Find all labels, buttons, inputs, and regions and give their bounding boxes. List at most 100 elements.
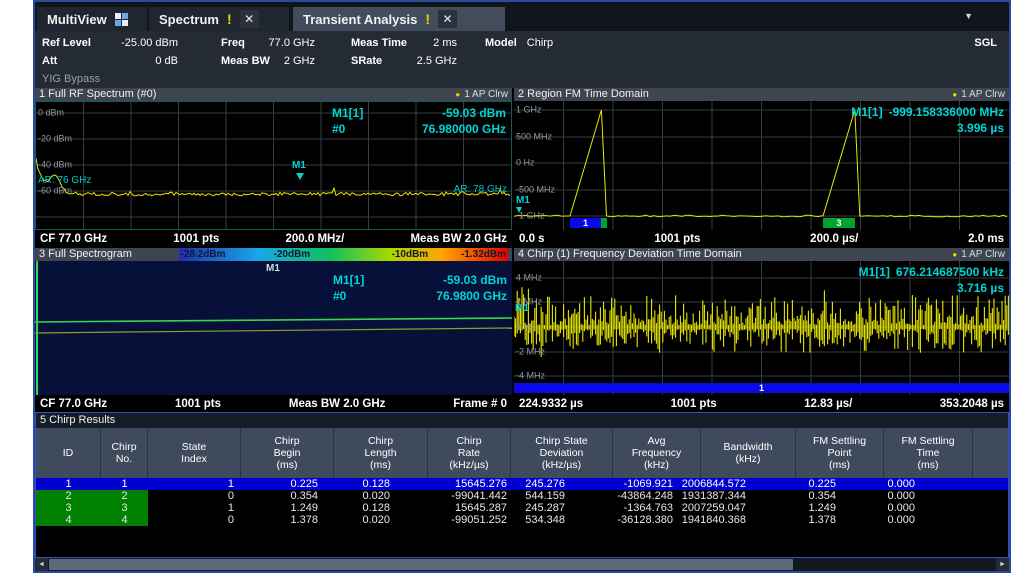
- marker-m1-label: M1: [292, 160, 306, 171]
- table-column-header[interactable]: Chirp State Deviation (kHz/µs): [511, 428, 613, 478]
- window3-header[interactable]: 3 Full Spectrogram -28.2dBm-20dBm-10dBm-…: [35, 248, 512, 261]
- field-label: Freq: [221, 37, 245, 49]
- window2-header[interactable]: 2 Region FM Time Domain ● 1 AP Clrw: [514, 88, 1009, 101]
- table-column-header[interactable]: Avg Frequency (kHz): [613, 428, 701, 478]
- table-column-header[interactable]: Chirp Begin (ms): [241, 428, 334, 478]
- marker-readout: M1[1]676.214687500 kHz 3.716 µs: [859, 264, 1004, 296]
- color-scale-label: -28.2dBm: [181, 248, 226, 261]
- channel-settings-bar: Ref Level -25.00 dBm Freq 77.0 GHz Meas …: [35, 31, 1009, 88]
- marker-time: 3.996 µs: [957, 120, 1004, 136]
- window-full-spectrogram: 3 Full Spectrogram -28.2dBm-20dBm-10dBm-…: [35, 248, 512, 412]
- horizontal-scrollbar[interactable]: ◄ ►: [35, 558, 1009, 571]
- field-meas-time[interactable]: Meas Time 2 ms: [351, 37, 457, 49]
- table-column-header[interactable]: FM Settling Point (ms): [796, 428, 884, 478]
- table-column-header[interactable]: Chirp Rate (kHz/µs): [428, 428, 511, 478]
- table-body: 1110.2250.12815645.276245.276-1069.92120…: [36, 478, 1008, 526]
- marker-readout: M1[1]-59.03 dBm #076.980000 GHz: [332, 105, 506, 137]
- axis-footer-item: 353.2048 µs: [940, 398, 1004, 410]
- table-column-header[interactable]: State Index: [148, 428, 241, 478]
- table-column-header[interactable]: Chirp No.: [101, 428, 148, 478]
- table-cell: 1.378: [796, 514, 884, 526]
- table-cell: 3: [36, 502, 101, 514]
- window3-chart-area[interactable]: M1[1]-59.03 dBm #076.9800 GHz M1: [35, 261, 512, 395]
- table-cell: 2007259.047: [701, 502, 796, 514]
- marker-frequency: 76.9800 GHz: [436, 288, 507, 304]
- marker-value: 676.214687500 kHz: [896, 264, 1004, 280]
- table-cell: 0.354: [241, 490, 334, 502]
- window1-header[interactable]: 1 Full RF Spectrum (#0) ● 1 AP Clrw: [35, 88, 512, 101]
- chirp-region-bar-3[interactable]: 3: [823, 218, 855, 228]
- marker-frequency: 76.980000 GHz: [422, 121, 506, 137]
- marker-m1-handle[interactable]: [516, 207, 522, 213]
- window1-chart-area[interactable]: M1[1]-59.03 dBm #076.980000 GHz M1 AR: 7…: [35, 101, 512, 230]
- field-meas-bw[interactable]: Meas BW 2 GHz: [221, 55, 315, 67]
- table-column-header[interactable]: FM Settling Time (ms): [884, 428, 973, 478]
- scrollbar-thumb[interactable]: [49, 559, 793, 570]
- scroll-left-arrow-icon[interactable]: ◄: [35, 558, 48, 571]
- analysis-region-left-label: AR: 76 GHz: [38, 175, 91, 186]
- table-cell: 0.000: [884, 490, 973, 502]
- y-axis-tick-label: -20 dBm: [38, 134, 72, 144]
- table-cell: 2: [36, 490, 101, 502]
- trace-dot-icon: ●: [952, 88, 957, 101]
- chirp-region-bar-2[interactable]: [601, 218, 607, 228]
- scroll-right-arrow-icon[interactable]: ►: [996, 558, 1009, 571]
- chirp-region-bar-full[interactable]: 1: [514, 383, 1009, 393]
- chirp-region-bar-1[interactable]: 1: [570, 218, 601, 228]
- tab-spectrum[interactable]: Spectrum ! ✕: [149, 7, 289, 31]
- close-icon[interactable]: ✕: [240, 10, 259, 28]
- chevron-down-icon[interactable]: ▼: [964, 11, 973, 21]
- y-axis-tick-label: 500 MHz: [516, 132, 552, 142]
- trace-badge: ● 1 AP Clrw: [455, 88, 508, 101]
- table-cell: 0.354: [796, 490, 884, 502]
- table-row-chirp-2[interactable]: 2200.3540.020-99041.442544.159-43864.248…: [36, 490, 1008, 502]
- marker-id: M1[1]: [851, 104, 882, 120]
- window3-axis-footer: CF 77.0 GHz1001 ptsMeas BW 2.0 GHzFrame …: [35, 395, 512, 412]
- field-value: -25.00 dBm: [121, 37, 178, 49]
- window1-title: 1 Full RF Spectrum (#0): [39, 88, 156, 101]
- marker-m1-handle[interactable]: [296, 173, 304, 180]
- analyzer-app-window: MultiView Spectrum ! ✕ Transient Analysi…: [33, 0, 1011, 573]
- field-label: Ref Level: [42, 37, 91, 49]
- table-cell: 2006844.572: [701, 478, 796, 490]
- tab-multiview[interactable]: MultiView: [37, 7, 147, 31]
- alert-icon: !: [425, 11, 430, 27]
- table-cell: 0.020: [334, 490, 428, 502]
- table-column-header[interactable]: Chirp Length (ms): [334, 428, 428, 478]
- table-cell: 245.287: [511, 502, 613, 514]
- axis-footer-item: 200.0 µs/: [810, 233, 858, 245]
- window4-axis-footer: 224.9332 µs1001 pts12.83 µs/353.2048 µs: [514, 395, 1009, 412]
- field-att[interactable]: Att 0 dB: [42, 55, 178, 67]
- field-freq[interactable]: Freq 77.0 GHz: [221, 37, 315, 49]
- table-row-chirp-1[interactable]: 1110.2250.12815645.276245.276-1069.92120…: [36, 478, 1008, 490]
- table-cell: 0.128: [334, 502, 428, 514]
- table-row-chirp-3[interactable]: 3311.2490.12815645.287245.287-1364.76320…: [36, 502, 1008, 514]
- close-icon[interactable]: ✕: [438, 10, 457, 28]
- window4-header[interactable]: 4 Chirp (1) Frequency Deviation Time Dom…: [514, 248, 1009, 261]
- table-cell: 534.348: [511, 514, 613, 526]
- axis-footer-item: 200.0 MHz/: [285, 233, 344, 245]
- table-row-chirp-4[interactable]: 4401.3780.020-99051.252534.348-36128.380…: [36, 514, 1008, 526]
- field-value: 0 dB: [155, 55, 178, 67]
- window-region-fm-time-domain: 2 Region FM Time Domain ● 1 AP Clrw M1[1…: [514, 88, 1009, 247]
- trace-badge-label: 1 AP Clrw: [961, 88, 1005, 101]
- table-column-header[interactable]: ID: [36, 428, 101, 478]
- window4-chart-area[interactable]: M1[1]676.214687500 kHz 3.716 µs M1 1 4 M…: [514, 261, 1009, 395]
- table-cell: 544.159: [511, 490, 613, 502]
- table-cell: 3: [101, 502, 148, 514]
- marker-readout: M1[1]-59.03 dBm #076.9800 GHz: [333, 272, 507, 304]
- y-axis-tick-label: 0 dBm: [38, 108, 64, 118]
- field-model[interactable]: Model Chirp: [485, 37, 553, 49]
- y-axis-tick-label: 4 MHz: [516, 273, 542, 283]
- tab-transient-analysis[interactable]: Transient Analysis ! ✕: [293, 7, 505, 31]
- field-ref-level[interactable]: Ref Level -25.00 dBm: [42, 37, 178, 49]
- marker-readout: M1[1]-999.158336000 MHz 3.996 µs: [851, 104, 1004, 136]
- table-column-header[interactable]: Bandwidth (kHz): [701, 428, 796, 478]
- field-srate[interactable]: SRate 2.5 GHz: [351, 55, 457, 67]
- trace-badge-label: 1 AP Clrw: [464, 88, 508, 101]
- window2-axis-footer: 0.0 s1001 pts200.0 µs/2.0 ms: [514, 230, 1009, 247]
- table-cell: 15645.276: [428, 478, 511, 490]
- window2-chart-area[interactable]: M1[1]-999.158336000 MHz 3.996 µs M1 1 3 …: [514, 101, 1009, 230]
- marker-id: M1[1]: [859, 264, 890, 280]
- table-cell: 1: [101, 478, 148, 490]
